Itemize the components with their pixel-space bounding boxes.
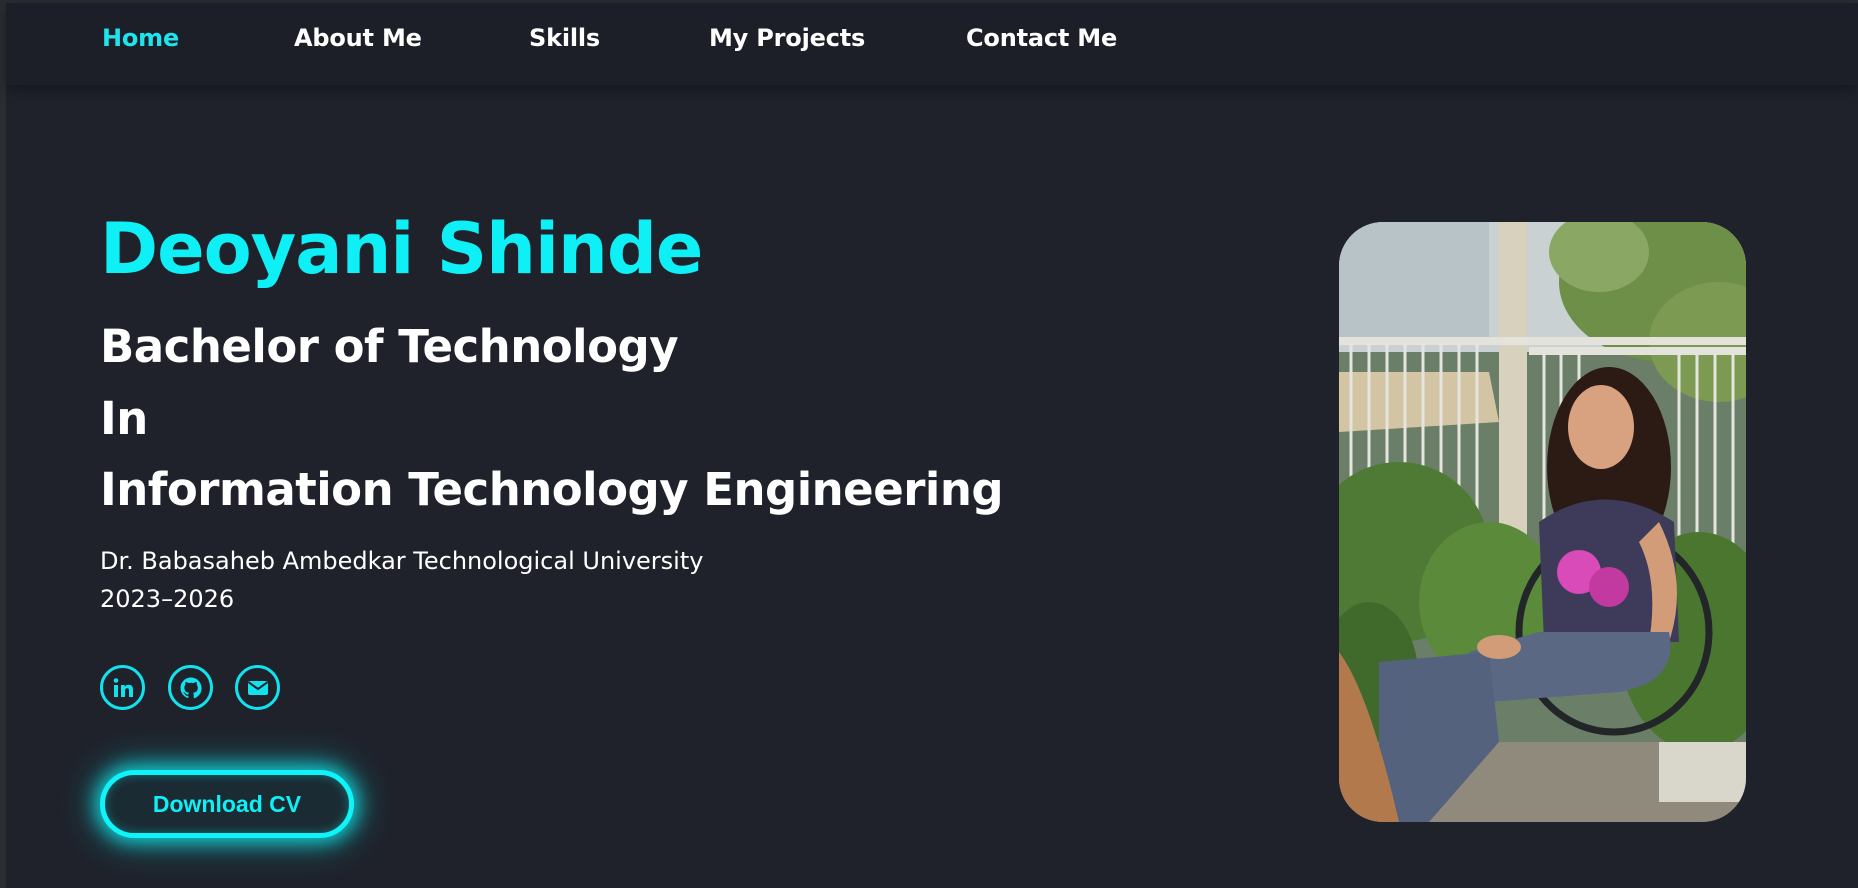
- nav-home[interactable]: Home: [102, 24, 179, 52]
- hero-name: Deoyani Shinde: [100, 208, 703, 290]
- profile-photo: [1339, 222, 1746, 822]
- top-navbar: Home About Me Skills My Projects Contact…: [6, 3, 1858, 85]
- nav-my-projects[interactable]: My Projects: [709, 24, 865, 52]
- degree-line-2: In: [100, 392, 148, 445]
- email-link[interactable]: [235, 665, 280, 710]
- github-link[interactable]: [168, 665, 213, 710]
- nav-contact-me[interactable]: Contact Me: [966, 24, 1117, 52]
- linkedin-link[interactable]: [100, 665, 145, 710]
- download-cv-button[interactable]: Download CV: [100, 770, 354, 838]
- nav-skills[interactable]: Skills: [529, 24, 600, 52]
- linkedin-icon: [111, 676, 135, 700]
- nav-about-me[interactable]: About Me: [294, 24, 422, 52]
- email-icon: [246, 676, 270, 700]
- degree-line-3: Information Technology Engineering: [100, 463, 1004, 516]
- university-text: Dr. Babasaheb Ambedkar Technological Uni…: [100, 547, 704, 575]
- github-icon: [179, 676, 203, 700]
- degree-line-1: Bachelor of Technology: [100, 320, 679, 373]
- years-text: 2023–2026: [100, 585, 235, 613]
